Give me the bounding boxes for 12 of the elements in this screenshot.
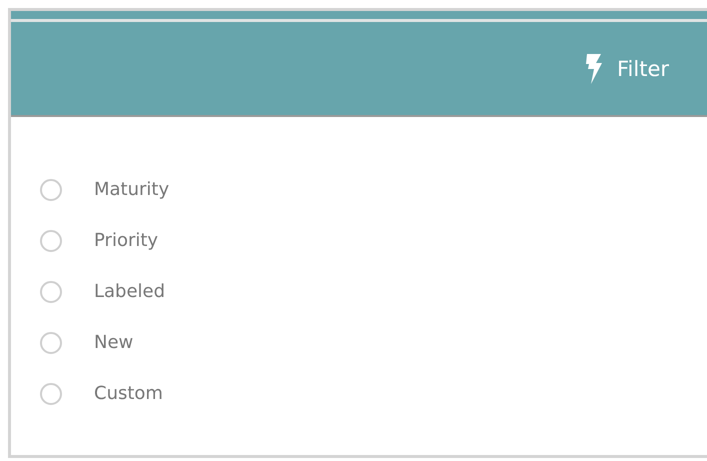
option-label: Custom bbox=[94, 383, 163, 404]
option-label: New bbox=[94, 332, 134, 353]
radio-button[interactable] bbox=[40, 382, 62, 404]
option-label: Labeled bbox=[94, 281, 166, 302]
filter-button[interactable]: Filter bbox=[584, 54, 669, 84]
radio-button[interactable] bbox=[40, 230, 62, 252]
radio-button[interactable] bbox=[40, 280, 62, 302]
lightning-bolt-icon bbox=[584, 54, 603, 84]
radio-button[interactable] bbox=[40, 178, 62, 200]
radio-button[interactable] bbox=[40, 332, 62, 354]
option-label: Priority bbox=[94, 230, 158, 251]
option-label: Maturity bbox=[94, 179, 170, 200]
